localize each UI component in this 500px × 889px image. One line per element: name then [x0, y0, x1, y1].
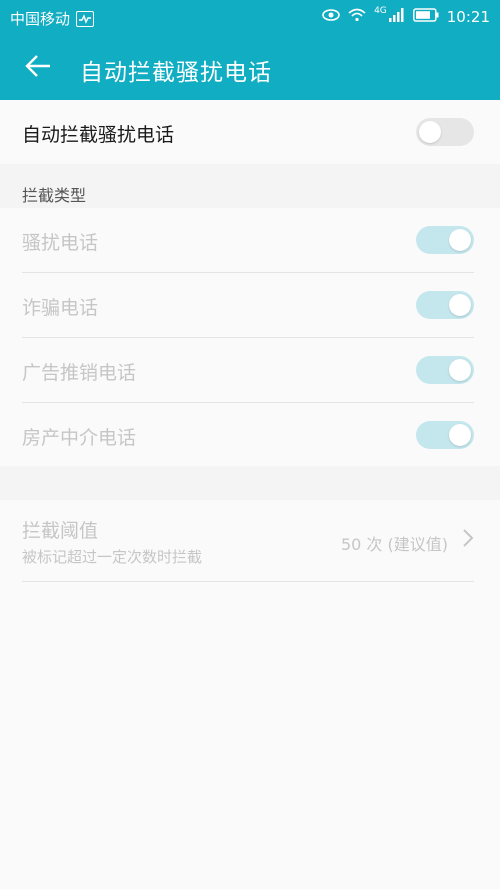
list-item-real-estate[interactable]: 房产中介电话 — [0, 403, 500, 467]
master-toggle-row[interactable]: 自动拦截骚扰电话 — [0, 100, 500, 164]
list-item-harassment[interactable]: 骚扰电话 — [0, 208, 500, 272]
eye-comfort-icon — [322, 8, 340, 26]
threshold-title: 拦截阈值 — [22, 520, 99, 542]
app-bar: 自动拦截骚扰电话 — [0, 36, 500, 100]
signal-icon — [388, 8, 405, 26]
toggle-knob — [449, 424, 471, 446]
toggle-knob — [449, 294, 471, 316]
wifi-icon — [348, 8, 366, 26]
threshold-row[interactable]: 拦截阈值 被标记超过一定次数时拦截 50 次 (建议值) — [0, 500, 500, 582]
list-item-label: 骚扰电话 — [22, 232, 99, 254]
block-type-list: 骚扰电话 诈骗电话 广告推销电话 房产中介电话 — [0, 208, 500, 466]
master-toggle-label: 自动拦截骚扰电话 — [22, 124, 175, 146]
chevron-right-icon — [462, 528, 474, 553]
list-item-label: 广告推销电话 — [22, 362, 137, 384]
list-item-label: 诈骗电话 — [22, 297, 99, 319]
harassment-toggle-switch[interactable] — [416, 226, 474, 254]
master-toggle-switch[interactable] — [416, 118, 474, 146]
threshold-subtitle: 被标记超过一定次数时拦截 — [22, 548, 203, 566]
real-estate-toggle-switch[interactable] — [416, 421, 474, 449]
empty-area — [0, 582, 500, 889]
toggle-knob — [449, 359, 471, 381]
clock-time: 10:21 — [446, 8, 490, 26]
threshold-value: 50 次 (建议值) — [340, 535, 448, 554]
network-type-label: 4G — [374, 6, 387, 16]
ads-toggle-switch[interactable] — [416, 356, 474, 384]
list-item-fraud[interactable]: 诈骗电话 — [0, 273, 500, 337]
back-button[interactable] — [18, 50, 58, 86]
section-header-block-types: 拦截类型 — [22, 186, 87, 205]
activity-icon — [76, 10, 95, 27]
arrow-left-icon — [24, 54, 52, 82]
battery-icon — [412, 8, 439, 26]
list-item-ads[interactable]: 广告推销电话 — [0, 338, 500, 402]
status-bar: 中国移动 4G 10:21 — [0, 0, 500, 36]
toggle-knob — [449, 229, 471, 251]
fraud-toggle-switch[interactable] — [416, 291, 474, 319]
toggle-knob — [419, 121, 441, 143]
carrier-name: 中国移动 — [10, 10, 71, 28]
list-item-label: 房产中介电话 — [22, 427, 137, 449]
page-title: 自动拦截骚扰电话 — [80, 60, 272, 86]
